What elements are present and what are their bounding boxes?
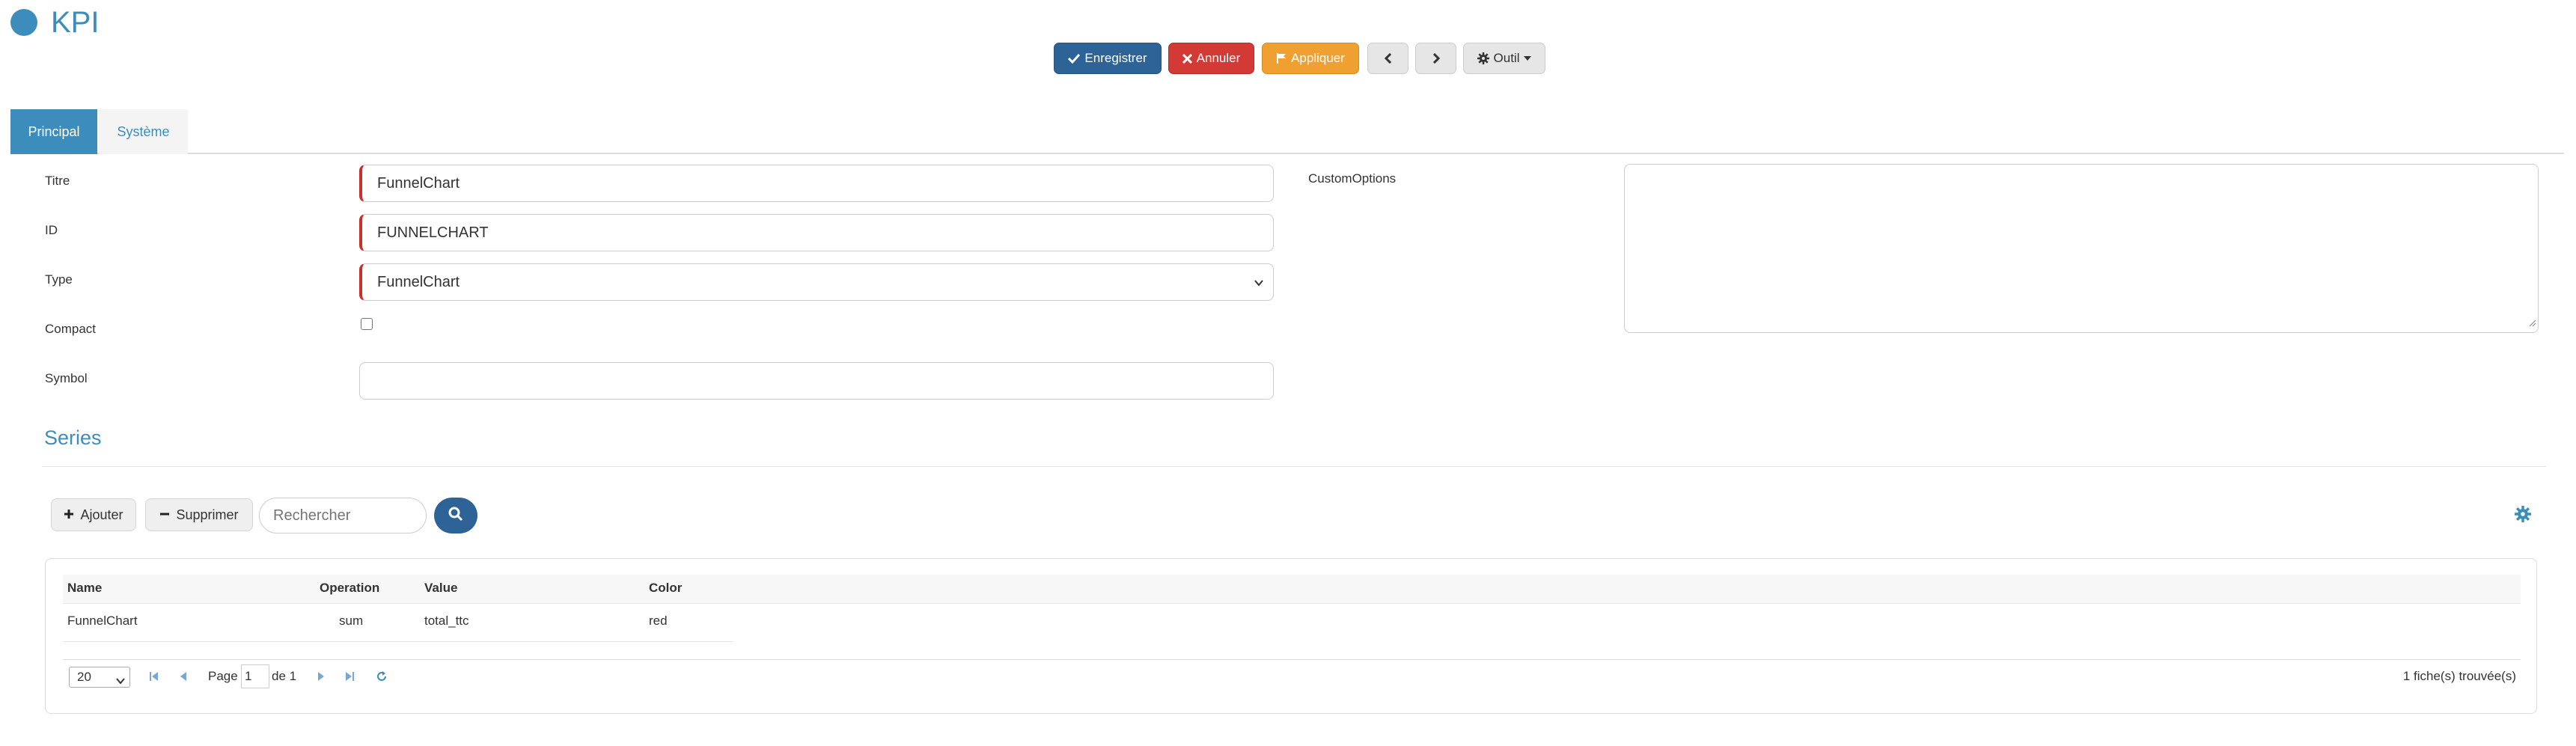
- row-divider: [63, 641, 733, 642]
- series-title: Series: [44, 426, 102, 449]
- chevron-left-icon: [1384, 53, 1392, 64]
- search-icon: [448, 507, 463, 525]
- prev-page-icon[interactable]: [179, 671, 188, 685]
- type-value: FunnelChart: [377, 273, 460, 290]
- minus-icon: [159, 507, 170, 523]
- add-series-button[interactable]: Ajouter: [51, 498, 136, 531]
- flag-icon: [1276, 52, 1287, 64]
- gear-icon: [1477, 52, 1489, 64]
- next-page-icon[interactable]: [317, 671, 326, 685]
- save-label: Enregistrer: [1084, 51, 1147, 65]
- column-header-name[interactable]: Name: [67, 581, 102, 596]
- refresh-icon[interactable]: [376, 670, 388, 686]
- custom-options-textarea[interactable]: [1624, 164, 2539, 333]
- compact-label: Compact: [45, 322, 97, 336]
- page-size-value: 20: [77, 670, 91, 684]
- times-icon: [1182, 53, 1192, 64]
- tab-principal[interactable]: Principal: [10, 109, 97, 154]
- search-input[interactable]: [259, 498, 427, 533]
- add-label: Ajouter: [80, 507, 123, 522]
- first-page-icon[interactable]: [149, 671, 159, 685]
- last-page-icon[interactable]: [344, 671, 355, 685]
- delete-series-button[interactable]: Supprimer: [145, 498, 253, 531]
- chevron-down-icon: [1254, 275, 1264, 293]
- symbol-field[interactable]: [359, 362, 1274, 400]
- cancel-button[interactable]: Annuler: [1168, 43, 1254, 74]
- grid-settings-gear-icon[interactable]: [2515, 506, 2531, 526]
- apply-label: Appliquer: [1291, 51, 1345, 65]
- column-header-value[interactable]: Value: [424, 581, 457, 596]
- custom-options-label: CustomOptions: [1308, 171, 1397, 186]
- apply-button[interactable]: Appliquer: [1262, 43, 1359, 74]
- page-icon: [10, 9, 37, 36]
- plus-icon: [64, 507, 74, 523]
- page-current: 1: [245, 669, 252, 683]
- tab-systeme[interactable]: Système: [99, 109, 188, 154]
- titre-field[interactable]: FunnelChart: [359, 165, 1274, 202]
- id-value: FUNNELCHART: [377, 224, 489, 241]
- tool-dropdown-button[interactable]: Outil: [1463, 43, 1545, 74]
- previous-record-button[interactable]: [1367, 43, 1408, 74]
- series-divider: [42, 466, 2546, 467]
- tab-divider: [10, 153, 2564, 154]
- id-label: ID: [45, 223, 58, 237]
- row-operation-cell[interactable]: sum: [339, 614, 363, 629]
- cancel-label: Annuler: [1196, 51, 1241, 65]
- tool-label: Outil: [1493, 51, 1520, 65]
- page-of-label: de 1: [272, 669, 297, 683]
- page-label: Page: [208, 669, 238, 683]
- column-header-color[interactable]: Color: [649, 581, 682, 596]
- next-record-button[interactable]: [1415, 43, 1456, 74]
- save-button[interactable]: Enregistrer: [1054, 43, 1162, 74]
- page-size-select[interactable]: 20: [69, 667, 130, 688]
- id-field[interactable]: FUNNELCHART: [359, 214, 1274, 251]
- pager-divider: [63, 659, 2521, 660]
- compact-checkbox[interactable]: [361, 318, 373, 330]
- titre-value: FunnelChart: [377, 174, 460, 192]
- page-number-input[interactable]: 1: [241, 664, 269, 688]
- check-icon: [1068, 53, 1081, 64]
- chevron-down-icon: [116, 673, 125, 688]
- type-select[interactable]: FunnelChart: [359, 263, 1274, 301]
- resize-grip-icon[interactable]: [2527, 317, 2536, 331]
- row-value-cell[interactable]: total_ttc: [424, 614, 469, 629]
- chevron-right-icon: [1432, 53, 1440, 64]
- column-header-operation[interactable]: Operation: [320, 581, 379, 596]
- search-button[interactable]: [434, 498, 477, 533]
- type-label: Type: [45, 272, 73, 287]
- records-found-text: 1 fiche(s) trouvée(s): [2402, 669, 2516, 683]
- symbol-label: Symbol: [45, 371, 88, 385]
- row-name-cell[interactable]: FunnelChart: [67, 614, 138, 629]
- row-color-cell[interactable]: red: [649, 614, 668, 629]
- caret-down-icon: [1524, 56, 1532, 61]
- titre-label: Titre: [45, 174, 70, 188]
- page-title: KPI: [51, 6, 100, 39]
- delete-label: Supprimer: [176, 507, 239, 522]
